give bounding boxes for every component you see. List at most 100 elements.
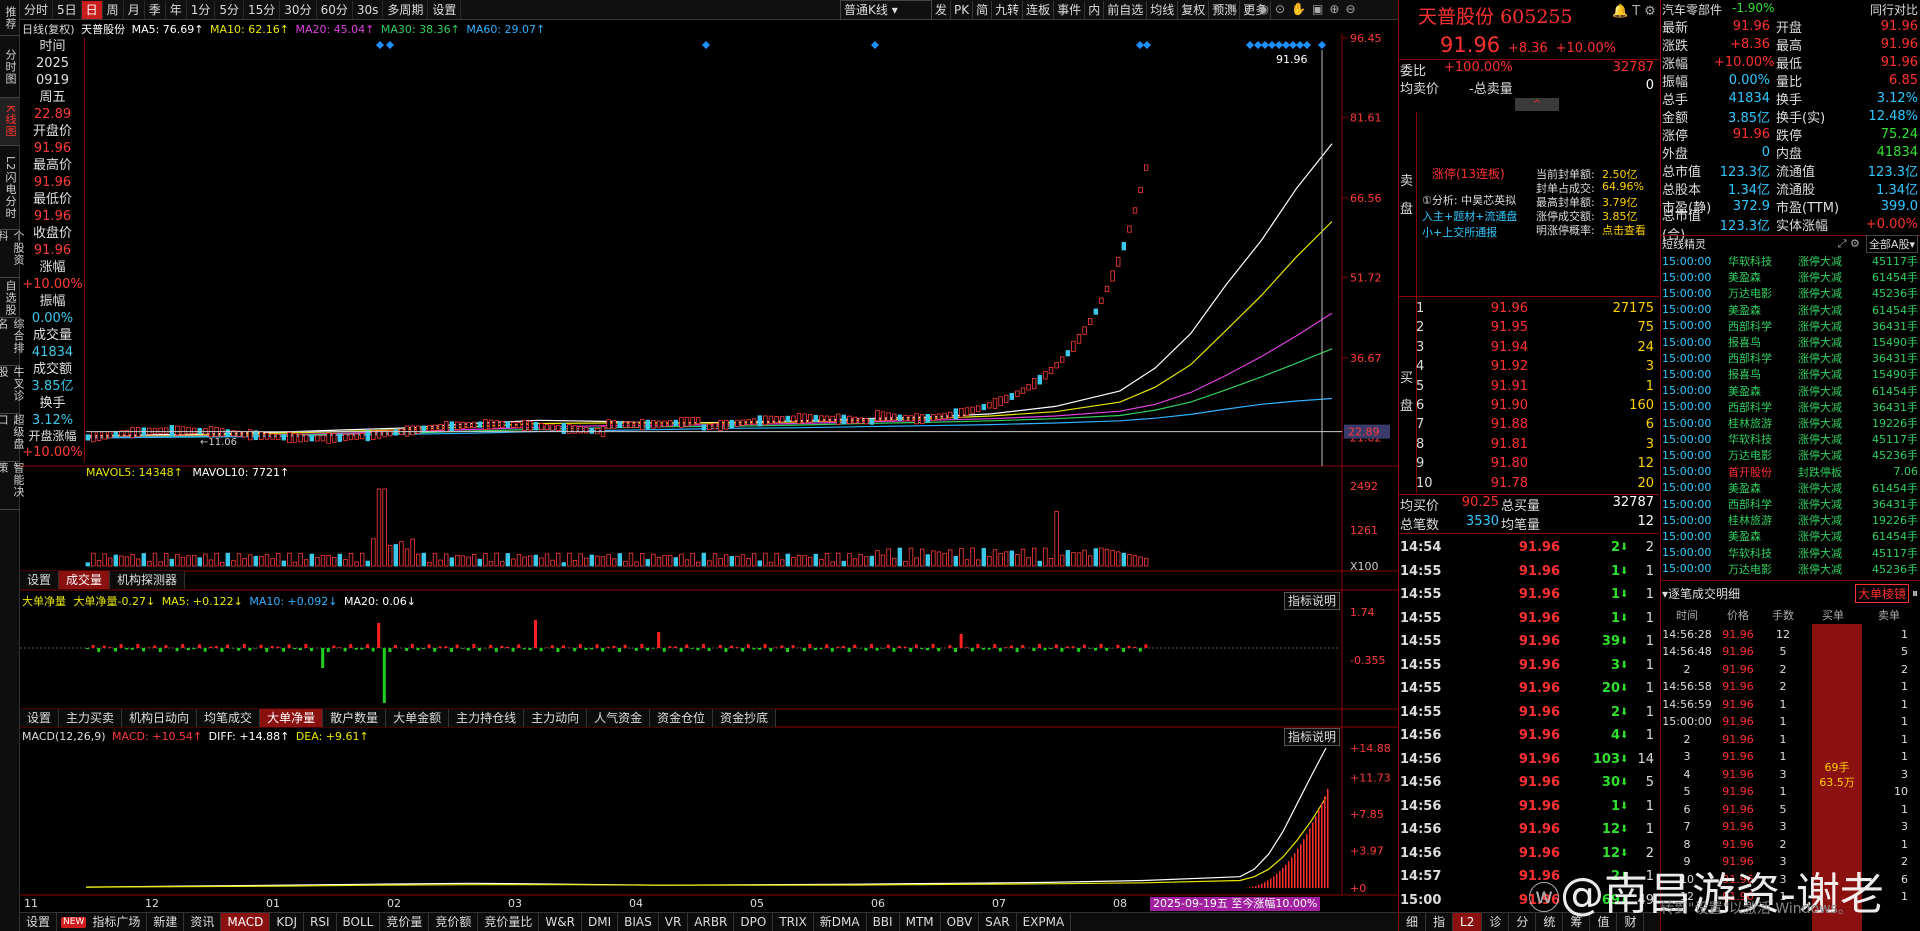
- capital-tab-5[interactable]: 散户数量: [323, 709, 387, 727]
- indicator-tab-8[interactable]: 竞价量: [380, 913, 430, 931]
- short-elf-row[interactable]: 15:00:00 西部科学 涨停大减 36431手: [1662, 496, 1918, 512]
- peer-compare-button[interactable]: 同行对比: [1870, 1, 1918, 18]
- indicator-tab-10[interactable]: 竞价量比: [478, 913, 540, 931]
- collapse-up-icon[interactable]: ^: [1515, 98, 1559, 111]
- indicator-tab-15[interactable]: ARBR: [688, 913, 735, 931]
- short-elf-row[interactable]: 15:00:00 万达电影 涨停大减 45236手: [1662, 447, 1918, 463]
- bid-level-6[interactable]: 6 91.90 160: [1416, 396, 1658, 415]
- analysis-line-2[interactable]: 小+上交所通报: [1422, 224, 1497, 240]
- short-elf-row[interactable]: 15:00:00 桂林旅游 涨停大减 19226手: [1662, 415, 1918, 431]
- capital-tab-9[interactable]: 人气资金: [587, 709, 651, 727]
- short-elf-row[interactable]: 15:00:00 华软科技 涨停大减 45117手: [1662, 431, 1918, 447]
- short-elf-row[interactable]: 15:00:00 美盈森 涨停大减 61454手: [1662, 480, 1918, 496]
- detail-tab-1[interactable]: 指: [1426, 913, 1454, 931]
- vol-bar-112: [712, 553, 718, 567]
- capital-tab-1[interactable]: 主力买卖: [59, 709, 123, 727]
- indicator-tab-22[interactable]: SAR: [979, 913, 1017, 931]
- font-icon[interactable]: T: [1632, 4, 1640, 19]
- capital-bar-129: [808, 644, 812, 648]
- indicator-tab-14[interactable]: VR: [658, 913, 689, 931]
- short-elf-row[interactable]: 15:00:00 西部科学 涨停大减 36431手: [1662, 318, 1918, 334]
- short-elf-row[interactable]: 15:00:00 首开股份 封跌停板 7.06: [1662, 464, 1918, 480]
- vol-bar-128: [802, 555, 807, 567]
- quote-row-7: 外盘 0 内盘 41834: [1662, 143, 1918, 162]
- big-order-prism-button[interactable]: 大单棱镜: [1854, 584, 1909, 603]
- short-elf-row[interactable]: 15:00:00 报喜鸟 涨停大减 15490手: [1662, 334, 1918, 350]
- capital-tab-7[interactable]: 主力持仓线: [449, 709, 525, 727]
- short-elf-row[interactable]: 15:00:00 报喜鸟 涨停大减 15490手: [1662, 366, 1918, 382]
- bid-level-4[interactable]: 4 91.92 3: [1416, 357, 1658, 376]
- analysis-line-1[interactable]: 入主+题材+流通盘: [1422, 208, 1517, 224]
- short-elf-icons[interactable]: ⤢ ⚙: [1838, 237, 1860, 251]
- tick-event: 涨停大减: [1798, 303, 1842, 317]
- bid-level-7[interactable]: 7 91.88 6: [1416, 415, 1658, 434]
- macd-hint-button[interactable]: 指标说明: [1284, 728, 1341, 746]
- vol-bar-175: [1065, 550, 1070, 567]
- candle-95: [617, 421, 622, 429]
- sector-name[interactable]: 汽车零部件: [1662, 1, 1722, 18]
- indicator-tab-12[interactable]: DMI: [581, 913, 619, 931]
- limit-stat-value-4[interactable]: 点击查看: [1602, 222, 1646, 238]
- vol-bar-165: [1009, 550, 1014, 567]
- bid-level-10[interactable]: 10 91.78 20: [1416, 474, 1658, 493]
- capital-tab-8[interactable]: 主力动向: [524, 709, 588, 727]
- analysis-line-0[interactable]: ①分析: 中昊芯英拟: [1422, 192, 1516, 208]
- indicator-tab-20[interactable]: MTM: [899, 913, 941, 931]
- indicator-tab-2[interactable]: 新建: [147, 913, 185, 931]
- short-elf-row[interactable]: 15:00:00 美盈森 涨停大减 61454手: [1662, 383, 1918, 399]
- capital-tab-2[interactable]: 机构日动向: [122, 709, 198, 727]
- indicator-tab-3[interactable]: 资讯: [184, 913, 222, 931]
- short-elf-row[interactable]: 15:00:00 华软科技 涨停大减 45117手: [1662, 545, 1918, 561]
- short-elf-row[interactable]: 15:00:00 桂林旅游 涨停大减 19226手: [1662, 512, 1918, 528]
- vol-tab-0[interactable]: 设置: [20, 571, 60, 589]
- capital-tab-4[interactable]: 大单净量: [260, 709, 324, 727]
- short-elf-row[interactable]: 15:00:00 美盈森 涨停大减 61454手: [1662, 302, 1918, 318]
- bid-level-9[interactable]: 9 91.80 12: [1416, 454, 1658, 473]
- bid-level-8[interactable]: 8 91.81 3: [1416, 435, 1658, 454]
- market-select[interactable]: 全部A股▾: [1865, 235, 1918, 253]
- indicator-tab-1[interactable]: 指标广场: [86, 913, 148, 931]
- indicator-tab-6[interactable]: RSI: [304, 913, 337, 931]
- indicator-tab-4[interactable]: MACD: [221, 913, 271, 931]
- indicator-tab-21[interactable]: OBV: [940, 913, 980, 931]
- short-elf-row[interactable]: 15:00:00 万达电影 涨停大减 45236手: [1662, 561, 1918, 577]
- short-elf-row[interactable]: 15:00:00 华软科技 涨停大减 45117手: [1662, 253, 1918, 269]
- detail-tab-0[interactable]: 细: [1399, 913, 1427, 931]
- indicator-tab-9[interactable]: 竞价额: [429, 913, 479, 931]
- short-elf-row[interactable]: 15:00:00 西部科学 涨停大减 36431手: [1662, 350, 1918, 366]
- bell-icon[interactable]: 🔔: [1612, 4, 1628, 19]
- indicator-tab-18[interactable]: 新DMA: [813, 913, 867, 931]
- short-elf-row[interactable]: 15:00:00 万达电影 涨停大减 45236手: [1662, 285, 1918, 301]
- short-elf-row[interactable]: 15:00:00 西部科学 涨停大减 36431手: [1662, 399, 1918, 415]
- capital-tab-3[interactable]: 均笔成交: [197, 709, 261, 727]
- indicator-tab-11[interactable]: W&R: [539, 913, 582, 931]
- indicator-tab-7[interactable]: BOLL: [336, 913, 381, 931]
- capital-tab-0[interactable]: 设置: [20, 709, 60, 727]
- indicator-hint-button[interactable]: 指标说明: [1284, 592, 1341, 610]
- capital-bar-50: [366, 644, 369, 648]
- kline-chart[interactable]: 96.4581.6166.5651.7236.6721.8222.8991.96…: [0, 0, 1398, 912]
- settings-icon[interactable]: ⚙: [1644, 4, 1656, 19]
- indicator-tab-5[interactable]: KDJ: [270, 913, 305, 931]
- vol-tab-1[interactable]: 成交量: [59, 571, 111, 589]
- bid-level-3[interactable]: 3 91.94 24: [1416, 338, 1658, 357]
- indicator-tab-19[interactable]: BBI: [866, 913, 900, 931]
- indicator-tab-17[interactable]: TRIX: [773, 913, 814, 931]
- capital-bar-134: [836, 646, 840, 648]
- short-elf-row[interactable]: 15:00:00 美盈森 涨停大减 61454手: [1662, 528, 1918, 544]
- bid-level-5[interactable]: 5 91.91 1: [1416, 377, 1658, 396]
- short-elf-row[interactable]: 15:00:00 美盈森 涨停大减 61454手: [1662, 269, 1918, 285]
- indicator-tab-13[interactable]: BIAS: [618, 913, 659, 931]
- indicator-tab-16[interactable]: DPO: [734, 913, 774, 931]
- indicator-tab-0[interactable]: 设置: [20, 913, 58, 931]
- capital-tab-6[interactable]: 大单金额: [386, 709, 450, 727]
- capital-tab-11[interactable]: 资金抄底: [713, 709, 777, 727]
- detail-tab-2[interactable]: L2: [1453, 913, 1483, 931]
- capital-tab-10[interactable]: 资金仓位: [650, 709, 714, 727]
- detail-tab-3[interactable]: 诊: [1482, 913, 1510, 931]
- bid-level-2[interactable]: 2 91.95 75: [1416, 318, 1658, 337]
- vol-tab-2[interactable]: 机构探测器: [110, 571, 186, 589]
- bid-level-1[interactable]: 1 91.96 27175: [1416, 299, 1658, 318]
- indicator-tab-23[interactable]: EXPMA: [1016, 913, 1072, 931]
- pause-icon[interactable]: ⏸: [1912, 586, 1918, 601]
